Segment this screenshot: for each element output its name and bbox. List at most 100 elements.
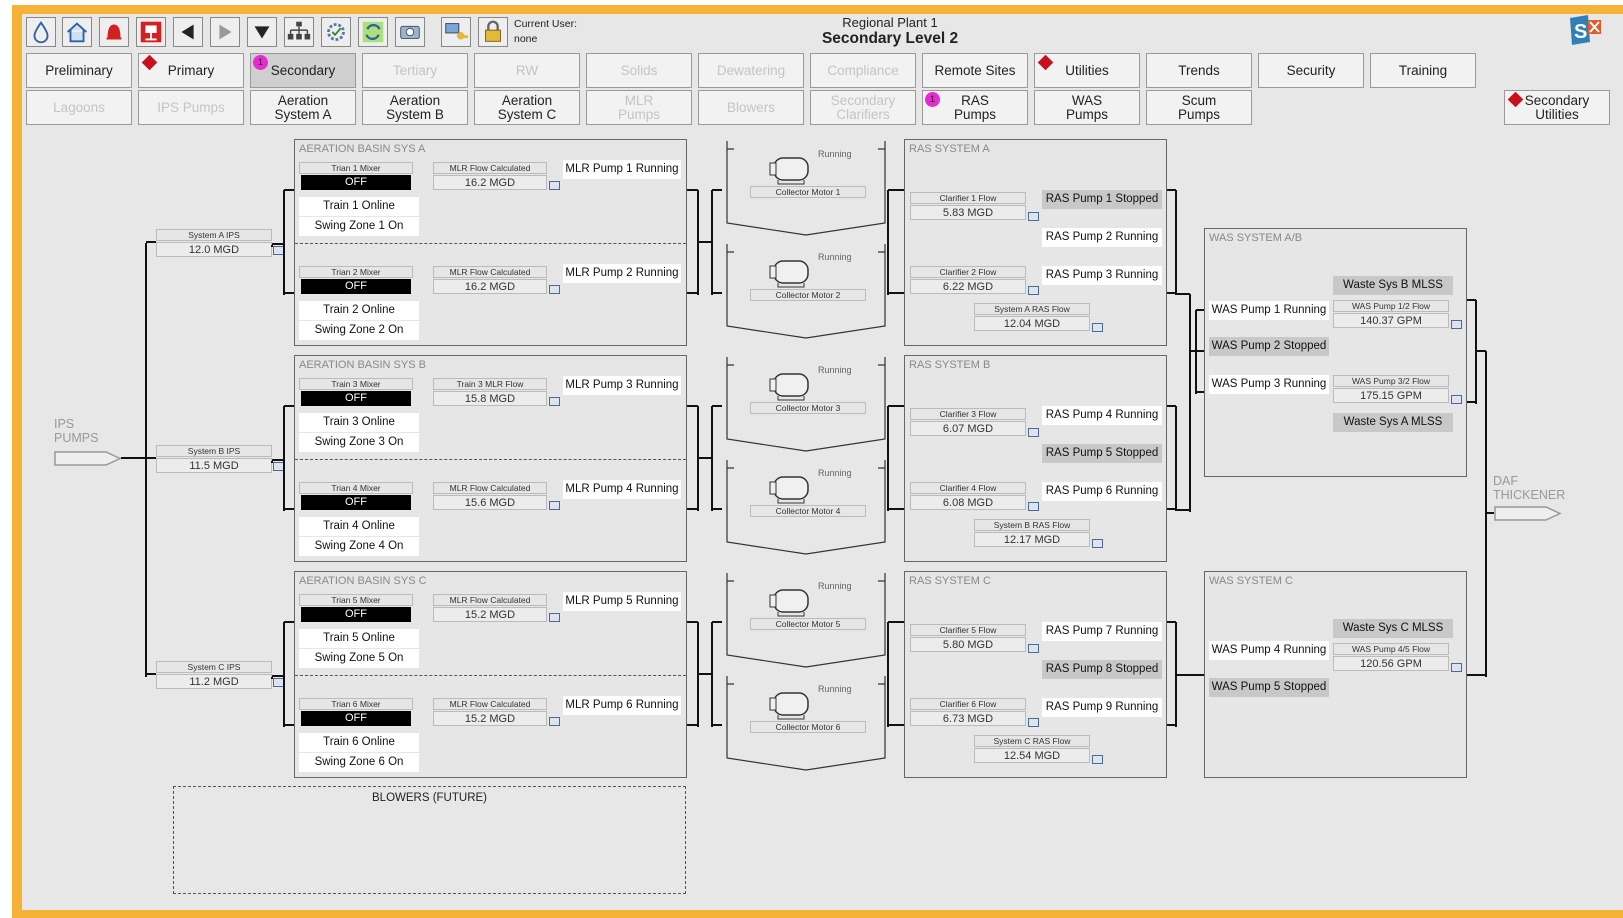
mlr-flow-label: MLR Flow Calculated (433, 266, 547, 278)
nav-label: Aeration System C (497, 92, 557, 122)
hierarchy-button[interactable] (284, 17, 314, 47)
clarifier-trend-icon[interactable] (1028, 286, 1039, 295)
ras-pump-status[interactable]: RAS Pump 9 Running (1042, 698, 1162, 717)
clarifier-flow-value: 6.73 MGD (910, 711, 1026, 726)
ras-pump-status[interactable]: RAS Pump 6 Running (1042, 482, 1162, 501)
collector-label: Collector Motor 2 (750, 289, 866, 301)
collector-clarifier: Running Collector Motor 3 (722, 355, 888, 455)
ips-system-label: System C IPS (156, 661, 272, 673)
pipe-line (887, 622, 889, 727)
ras-flow-value: 12.54 MGD (974, 748, 1090, 763)
network-alarm-button[interactable] (136, 17, 166, 47)
ras-pump-status[interactable]: RAS Pump 3 Running (1042, 266, 1162, 285)
mlr-pump-status[interactable]: MLR Pump 1 Running (563, 160, 681, 179)
settings-check-button[interactable] (321, 17, 351, 47)
nav-utilities[interactable]: Utilities (1034, 53, 1140, 88)
mixer-state[interactable]: OFF (301, 495, 411, 510)
mixer-state[interactable]: OFF (301, 391, 411, 406)
nav-blowers: Blowers (698, 90, 804, 125)
water-drop-button[interactable] (26, 17, 56, 47)
was-system-ab-panel: WAS SYSTEM A/B Waste Sys B MLSS WAS Pump 1… (1204, 228, 1467, 477)
ras-pump-status[interactable]: RAS Pump 1 Stopped (1042, 190, 1162, 209)
mlr-trend-icon[interactable] (549, 397, 560, 406)
collector-motor-icon[interactable] (768, 255, 816, 289)
mixer-state[interactable]: OFF (301, 607, 411, 622)
nav-training[interactable]: Training (1370, 53, 1476, 88)
alarm-bell-button[interactable] (99, 17, 129, 47)
was-trend-icon[interactable] (1451, 395, 1462, 404)
ras-trend-icon[interactable] (1092, 539, 1103, 548)
mixer-label: Trian 2 Mixer (299, 266, 413, 278)
nav-was-pumps[interactable]: WAS Pumps (1034, 90, 1140, 125)
mlr-trend-icon[interactable] (549, 285, 560, 294)
ras-trend-icon[interactable] (1092, 323, 1103, 332)
mixer-state[interactable]: OFF (301, 175, 411, 190)
nav-secondary[interactable]: 1 Secondary (250, 53, 356, 88)
was-pump-status[interactable]: WAS Pump 2 Stopped (1209, 337, 1329, 356)
ras-pump-status[interactable]: RAS Pump 7 Running (1042, 622, 1162, 641)
collector-motor-icon[interactable] (768, 584, 816, 618)
login-key-button[interactable] (441, 17, 471, 47)
pipe-line (272, 675, 284, 677)
was-trend-icon[interactable] (1451, 320, 1462, 329)
nav-aeration-system-c[interactable]: Aeration System C (474, 90, 580, 125)
was-trend-icon[interactable] (1451, 663, 1462, 672)
was-pump-status[interactable]: WAS Pump 3 Running (1209, 375, 1329, 394)
lock-button[interactable] (478, 17, 508, 47)
pipe-line (712, 724, 722, 726)
daf-thickener-label: DAF THICKENER (1493, 474, 1566, 502)
mlr-trend-icon[interactable] (549, 501, 560, 510)
mlr-trend-icon[interactable] (549, 717, 560, 726)
collector-motor-icon[interactable] (768, 687, 816, 721)
mlr-pump-status[interactable]: MLR Pump 2 Running (563, 264, 681, 283)
nav-preliminary[interactable]: Preliminary (26, 53, 132, 88)
collector-motor-icon[interactable] (768, 152, 816, 186)
was-pump-status[interactable]: WAS Pump 5 Stopped (1209, 678, 1329, 697)
dropdown-arrow-button[interactable] (247, 17, 277, 47)
mlr-pump-status[interactable]: MLR Pump 3 Running (563, 376, 681, 395)
mlr-flow-value: 15.6 MGD (433, 495, 547, 510)
nav-remote-sites[interactable]: Remote Sites (922, 53, 1028, 88)
mlr-pump-status[interactable]: MLR Pump 4 Running (563, 480, 681, 499)
mlr-flow-label: MLR Flow Calculated (433, 698, 547, 710)
ras-pump-status[interactable]: RAS Pump 5 Stopped (1042, 444, 1162, 463)
home-button[interactable] (62, 17, 92, 47)
collector-motor-icon[interactable] (768, 471, 816, 505)
was-pump-status[interactable]: WAS Pump 4 Running (1209, 641, 1329, 660)
forward-arrow-button[interactable] (210, 17, 240, 47)
mixer-state[interactable]: OFF (301, 279, 411, 294)
waste-mlss-status[interactable]: Waste Sys A MLSS (1333, 413, 1453, 432)
mlr-trend-icon[interactable] (549, 181, 560, 190)
nav-aeration-system-a[interactable]: Aeration System A (250, 90, 356, 125)
collector-motor-icon[interactable] (768, 368, 816, 402)
nav-secondary-utilities[interactable]: Secondary Utilities (1504, 90, 1610, 125)
nav-trends[interactable]: Trends (1146, 53, 1252, 88)
was-pump-status[interactable]: WAS Pump 1 Running (1209, 301, 1329, 320)
waste-mlss-status[interactable]: Waste Sys B MLSS (1333, 276, 1453, 295)
collector-clarifier: Running Collector Motor 5 (722, 571, 888, 671)
mlr-trend-icon[interactable] (549, 613, 560, 622)
clarifier-trend-icon[interactable] (1028, 212, 1039, 221)
ras-trend-icon[interactable] (1092, 755, 1103, 764)
collector-label: Collector Motor 4 (750, 505, 866, 517)
clarifier-trend-icon[interactable] (1028, 644, 1039, 653)
mlr-pump-status[interactable]: MLR Pump 6 Running (563, 696, 681, 715)
nav-aeration-system-b[interactable]: Aeration System B (362, 90, 468, 125)
refresh-button[interactable] (358, 17, 388, 47)
ras-pump-status[interactable]: RAS Pump 4 Running (1042, 406, 1162, 425)
clarifier-trend-icon[interactable] (1028, 718, 1039, 727)
clarifier-trend-icon[interactable] (1028, 428, 1039, 437)
nav-label: Lagoons (53, 99, 105, 115)
mlr-pump-status[interactable]: MLR Pump 5 Running (563, 592, 681, 611)
nav-security[interactable]: Security (1258, 53, 1364, 88)
nav-primary[interactable]: Primary (138, 53, 244, 88)
nav-ras-pumps[interactable]: 1 RAS Pumps (922, 90, 1028, 125)
clarifier-trend-icon[interactable] (1028, 502, 1039, 511)
mixer-state[interactable]: OFF (301, 711, 411, 726)
waste-mlss-status[interactable]: Waste Sys C MLSS (1333, 619, 1453, 638)
ras-pump-status[interactable]: RAS Pump 2 Running (1042, 228, 1162, 247)
camera-button[interactable] (395, 17, 425, 47)
nav-scum-pumps[interactable]: Scum Pumps (1146, 90, 1252, 125)
back-arrow-button[interactable] (173, 17, 203, 47)
ras-pump-status[interactable]: RAS Pump 8 Stopped (1042, 660, 1162, 679)
